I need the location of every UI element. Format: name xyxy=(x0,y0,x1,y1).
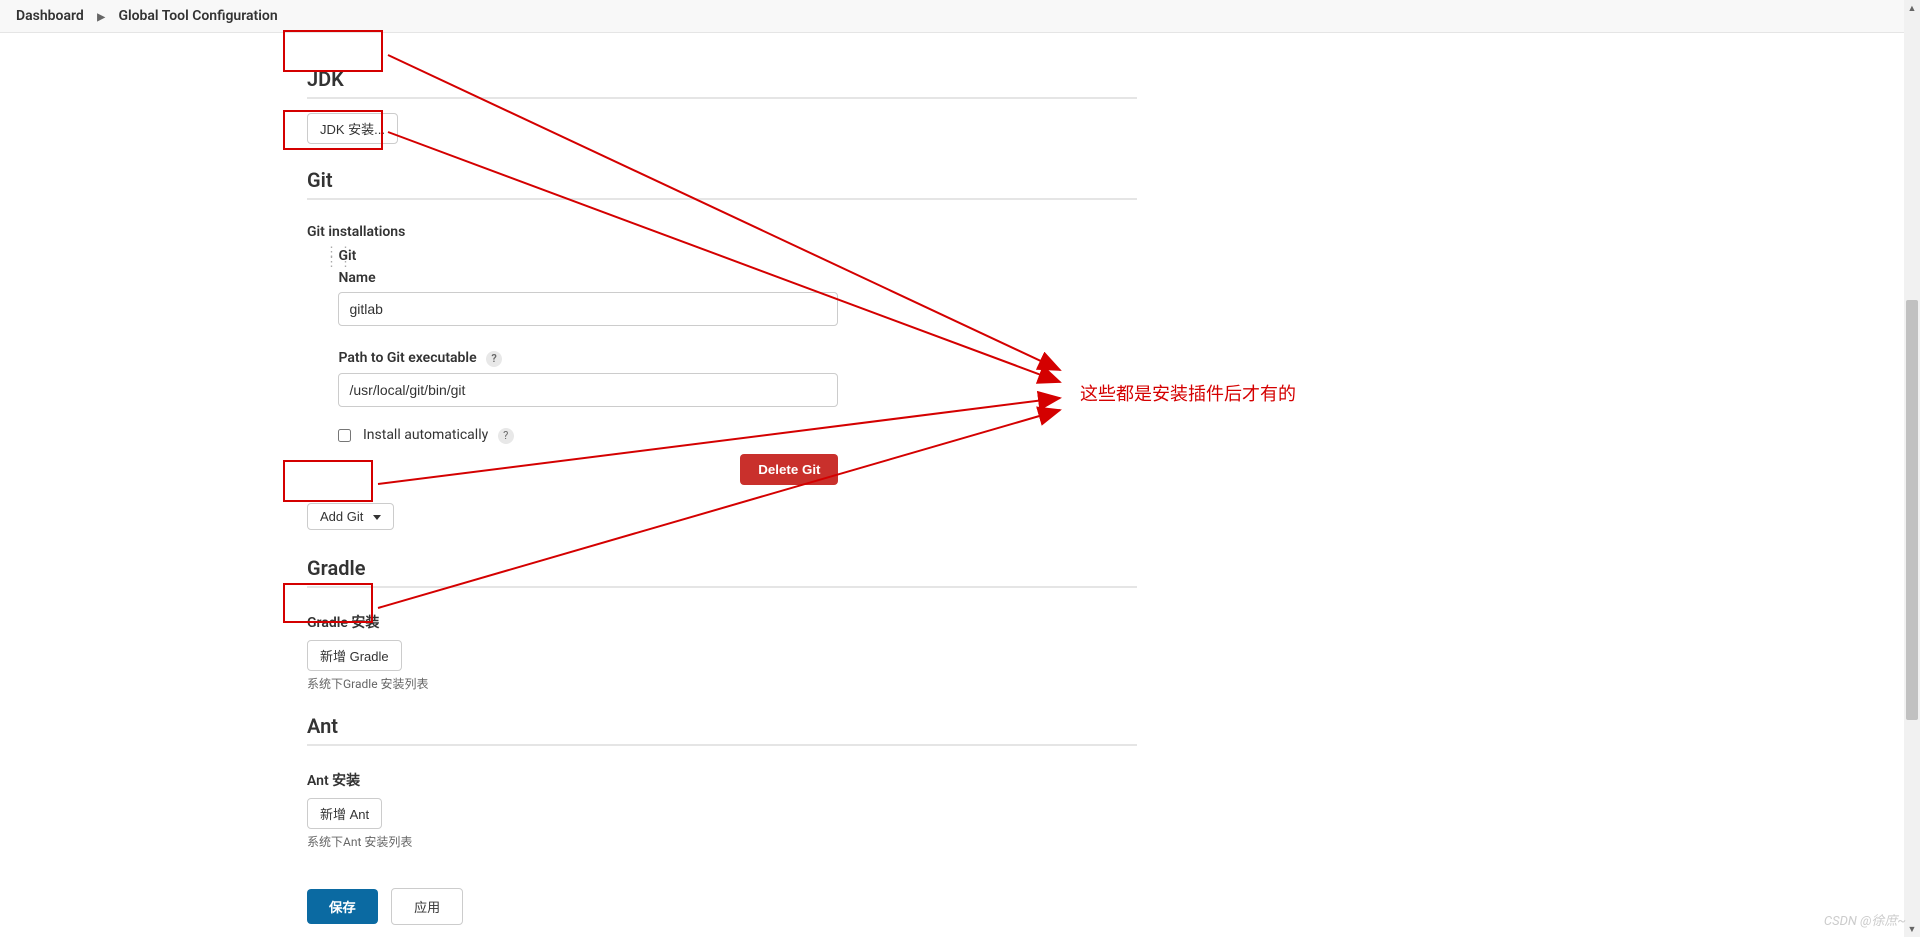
git-installation-block: ⋮⋮⋮⋮ Git Name Path to Git executable ? I… xyxy=(325,248,1137,495)
watermark: CSDN @徐庶~ xyxy=(1824,910,1906,929)
delete-git-button[interactable]: Delete Git xyxy=(740,454,838,485)
git-header-label: Git xyxy=(338,248,838,264)
scrollbar-track[interactable]: ▲ ▼ xyxy=(1904,0,1920,937)
chevron-down-icon xyxy=(373,515,381,520)
main-content: JDK JDK 安装... Git Git installations ⋮⋮⋮⋮… xyxy=(307,33,1137,925)
ant-section-title: Ant xyxy=(307,714,1137,746)
add-gradle-button[interactable]: 新增 Gradle xyxy=(307,640,402,671)
help-icon[interactable]: ? xyxy=(486,351,502,367)
git-section-title: Git xyxy=(307,168,1137,200)
annotation-text: 这些都是安装插件后才有的 xyxy=(1080,380,1296,406)
add-git-label: Add Git xyxy=(320,509,363,524)
add-git-button[interactable]: Add Git xyxy=(307,503,394,530)
jdk-install-button[interactable]: JDK 安装... xyxy=(307,113,398,144)
git-name-input[interactable] xyxy=(338,292,838,326)
git-path-input[interactable] xyxy=(338,373,838,407)
drag-handle-icon[interactable]: ⋮⋮⋮⋮ xyxy=(325,248,335,268)
gradle-desc: 系统下Gradle 安装列表 xyxy=(307,675,1137,692)
ant-desc: 系统下Ant 安装列表 xyxy=(307,833,1137,850)
jdk-section-title: JDK xyxy=(307,67,1137,99)
save-button[interactable]: 保存 xyxy=(307,889,378,924)
help-icon[interactable]: ? xyxy=(498,428,514,444)
gradle-section-title: Gradle xyxy=(307,556,1137,588)
add-ant-button[interactable]: 新增 Ant xyxy=(307,798,382,829)
breadcrumb-dashboard[interactable]: Dashboard xyxy=(16,8,84,24)
git-auto-install-label: Install automatically xyxy=(363,427,488,443)
scrollbar-up-arrow[interactable]: ▲ xyxy=(1904,0,1920,16)
git-auto-install-checkbox[interactable] xyxy=(338,429,351,442)
git-path-label: Path to Git executable xyxy=(338,350,476,366)
git-installations-label: Git installations xyxy=(307,224,1137,240)
ant-install-label: Ant 安装 xyxy=(307,770,1137,790)
git-name-label: Name xyxy=(338,270,838,286)
scrollbar-thumb[interactable] xyxy=(1906,300,1918,720)
apply-button[interactable]: 应用 xyxy=(391,888,463,925)
breadcrumb-page[interactable]: Global Tool Configuration xyxy=(118,8,277,24)
scrollbar-down-arrow[interactable]: ▼ xyxy=(1904,921,1920,937)
breadcrumb: Dashboard ▶ Global Tool Configuration xyxy=(0,0,1920,33)
gradle-install-label: Gradle 安装 xyxy=(307,612,1137,632)
breadcrumb-separator: ▶ xyxy=(97,12,105,23)
